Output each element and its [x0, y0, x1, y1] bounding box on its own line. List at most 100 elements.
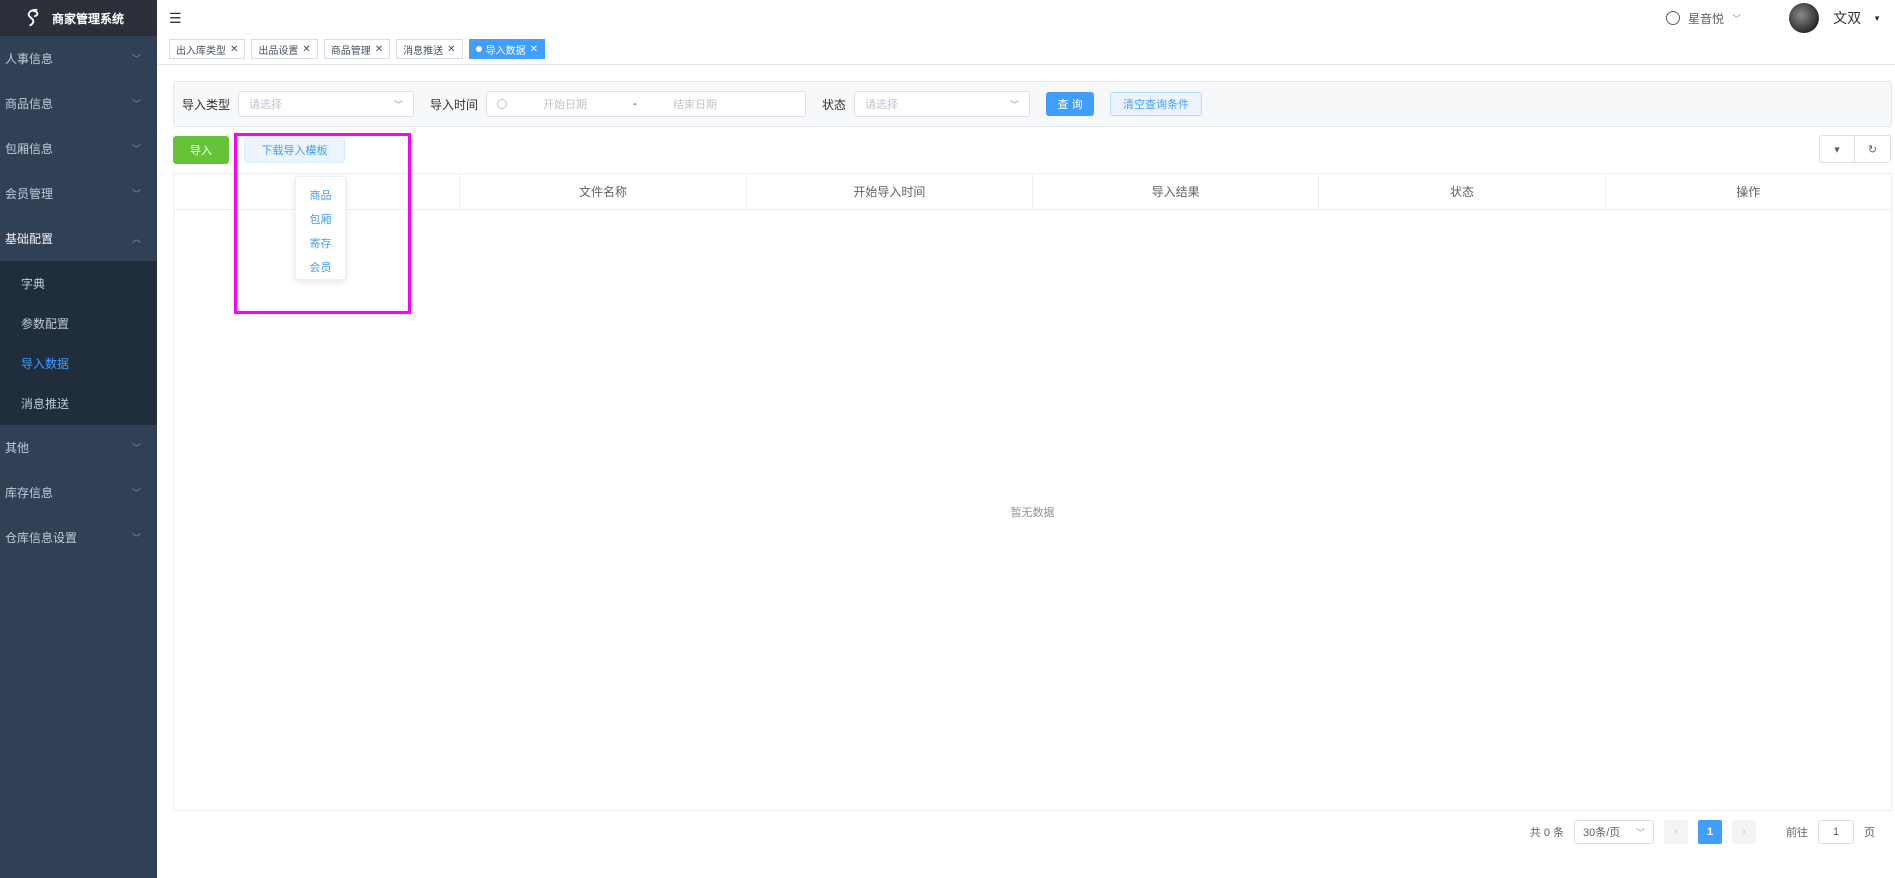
page-size-select[interactable]: 30条/页 ﹀: [1574, 820, 1654, 844]
chevron-down-icon: ﹀: [1010, 99, 1020, 110]
sidebar-item-dictionary[interactable]: 字典: [0, 263, 157, 303]
template-dropdown: 商品 包厢 寄存 会员: [295, 176, 346, 280]
import-time-range[interactable]: 开始日期 - 结束日期: [486, 91, 807, 117]
total-count: 共 0 条: [1529, 827, 1564, 839]
chevron-down-icon: ﹀: [131, 533, 141, 543]
download-template-button[interactable]: 下载导入模板: [244, 137, 345, 163]
goto-page-input[interactable]: [1818, 820, 1854, 844]
navbar-right: 星音悦 ﹀ 文双 ▼: [1666, 3, 1881, 33]
sidebar-item-label: 字典: [21, 276, 46, 291]
close-icon[interactable]: ✕: [375, 44, 383, 55]
sidebar-item-import-data[interactable]: 导入数据: [0, 343, 157, 383]
clock-icon: [497, 99, 508, 109]
close-icon[interactable]: ✕: [230, 44, 238, 55]
avatar[interactable]: [1789, 3, 1820, 33]
sidebar-item-basic-config[interactable]: 基础配置 ︿: [0, 216, 157, 261]
tag-label: 导入数据: [485, 45, 526, 57]
start-date-input[interactable]: 开始日期: [543, 96, 633, 112]
sidebar-item-label: 参数配置: [21, 316, 70, 331]
sidebar-item-label: 基础配置: [5, 232, 54, 246]
caret-down-icon[interactable]: ▼: [1873, 14, 1881, 23]
close-icon[interactable]: ✕: [302, 44, 310, 55]
dropdown-item-members[interactable]: 会员: [296, 255, 345, 279]
user-name[interactable]: 文双: [1833, 8, 1861, 28]
import-type-label: 导入类型: [182, 97, 231, 112]
status-select[interactable]: 请选择 ﹀: [854, 91, 1031, 117]
empty-text: 暂无数据: [1010, 507, 1055, 519]
import-button[interactable]: 导入: [173, 136, 229, 164]
column-header: 文件名称: [460, 174, 747, 209]
sidebar-item-label: 会员管理: [5, 187, 54, 201]
column-header: 状态: [1319, 174, 1606, 209]
chevron-left-icon: ‹: [1674, 826, 1678, 838]
shop-name: 星音悦: [1688, 11, 1725, 26]
page-unit: 页: [1864, 827, 1875, 839]
main-area: ☰ 星音悦 ﹀ 文双 ▼ 出入库类型 ✕ 出品设置 ✕ 商品管理 ✕ 消息推送 …: [157, 0, 1895, 878]
close-icon[interactable]: ✕: [530, 44, 538, 55]
import-type-placeholder: 请选择: [249, 99, 283, 111]
sidebar-item-label: 仓库信息设置: [5, 531, 78, 545]
tag-label: 商品管理: [330, 45, 371, 57]
sidebar-item-rooms[interactable]: 包厢信息 ﹀: [0, 126, 157, 171]
sidebar-item-warehouse[interactable]: 仓库信息设置 ﹀: [0, 515, 157, 560]
close-icon[interactable]: ✕: [447, 44, 455, 55]
import-type-select[interactable]: 请选择 ﹀: [238, 91, 415, 117]
sidebar-item-hr[interactable]: 人事信息 ﹀: [0, 36, 157, 81]
tag-output-settings[interactable]: 出品设置 ✕: [251, 39, 318, 59]
column-header: 操作: [1736, 185, 1761, 199]
sidebar-item-message-push[interactable]: 消息推送: [0, 383, 157, 423]
chevron-down-icon: ﹀: [131, 144, 141, 154]
active-dot-icon: [475, 46, 482, 52]
sidebar-item-other[interactable]: 其他 ﹀: [0, 425, 157, 470]
sidebar: 商家管理系统 人事信息 ﹀ 商品信息 ﹀ 包厢信息 ﹀ 会员管理 ﹀ 基础配置 …: [0, 0, 157, 878]
sidebar-item-label: 库存信息: [5, 486, 54, 500]
sidebar-item-label: 人事信息: [5, 52, 54, 66]
chevron-down-icon: ﹀: [1635, 827, 1645, 838]
column-header: 导入结果: [1033, 174, 1320, 209]
sidebar-item-label: 其他: [5, 441, 30, 455]
chevron-down-icon: ﹀: [131, 54, 141, 64]
tag-label: 出入库类型: [176, 45, 226, 57]
dropdown-item-goods[interactable]: 商品: [296, 183, 345, 207]
submenu-basic-config: 字典 参数配置 导入数据 消息推送: [0, 261, 157, 425]
query-form: 导入类型 请选择 ﹀ 导入时间 开始日期 - 结束日期 状态 请选择 ﹀ 查 询…: [173, 81, 1892, 127]
sidebar-item-params[interactable]: 参数配置: [0, 303, 157, 343]
prev-page-button[interactable]: ‹: [1664, 820, 1688, 844]
tag-label: 出品设置: [258, 45, 299, 57]
chevron-down-icon: ﹀: [1732, 13, 1742, 24]
tag-message-push[interactable]: 消息推送 ✕: [396, 39, 463, 59]
tag-label: 消息推送: [403, 45, 444, 57]
page-size-value: 30条/页: [1583, 827, 1621, 839]
end-date-input[interactable]: 结束日期: [673, 96, 763, 112]
dropdown-item-storage[interactable]: 寄存: [296, 231, 345, 255]
status-placeholder: 请选择: [865, 99, 899, 111]
clear-query-button[interactable]: 清空查询条件: [1110, 92, 1203, 116]
column-filter-button[interactable]: ▾: [1819, 135, 1855, 163]
tags-view: 出入库类型 ✕ 出品设置 ✕ 商品管理 ✕ 消息推送 ✕ 导入数据 ✕: [157, 36, 1895, 65]
logo[interactable]: 商家管理系统: [0, 0, 157, 36]
sidebar-item-stock[interactable]: 库存信息 ﹀: [0, 470, 157, 515]
range-separator: -: [633, 98, 637, 110]
dropdown-item-rooms[interactable]: 包厢: [296, 207, 345, 231]
tag-stock-type[interactable]: 出入库类型 ✕: [169, 39, 246, 59]
shop-selector[interactable]: 星音悦 ﹀: [1666, 10, 1741, 27]
hamburger-icon[interactable]: ☰: [169, 10, 182, 27]
sidebar-item-goods[interactable]: 商品信息 ﹀: [0, 81, 157, 126]
import-table: 文件名称 开始导入时间 导入结果 状态 操作 暂无数据: [173, 173, 1892, 811]
import-time-label: 导入时间: [430, 97, 479, 112]
chevron-down-icon: ﹀: [394, 99, 404, 110]
search-button[interactable]: 查 询: [1046, 92, 1095, 116]
chevron-right-icon: ›: [1742, 826, 1746, 838]
sidebar-item-label: 消息推送: [21, 396, 70, 411]
refresh-button[interactable]: ↻: [1855, 135, 1891, 163]
page-number[interactable]: 1: [1698, 820, 1722, 844]
column-header: 开始导入时间: [747, 174, 1033, 209]
next-page-button[interactable]: ›: [1732, 820, 1756, 844]
chevron-down-icon: ﹀: [131, 443, 141, 453]
sidebar-item-members[interactable]: 会员管理 ﹀: [0, 171, 157, 216]
app-title: 商家管理系统: [52, 11, 125, 26]
chevron-up-icon: ︿: [131, 234, 141, 244]
tag-import-data[interactable]: 导入数据 ✕: [468, 39, 545, 59]
chevron-down-icon: ﹀: [131, 488, 141, 498]
tag-goods-management[interactable]: 商品管理 ✕: [323, 39, 391, 59]
